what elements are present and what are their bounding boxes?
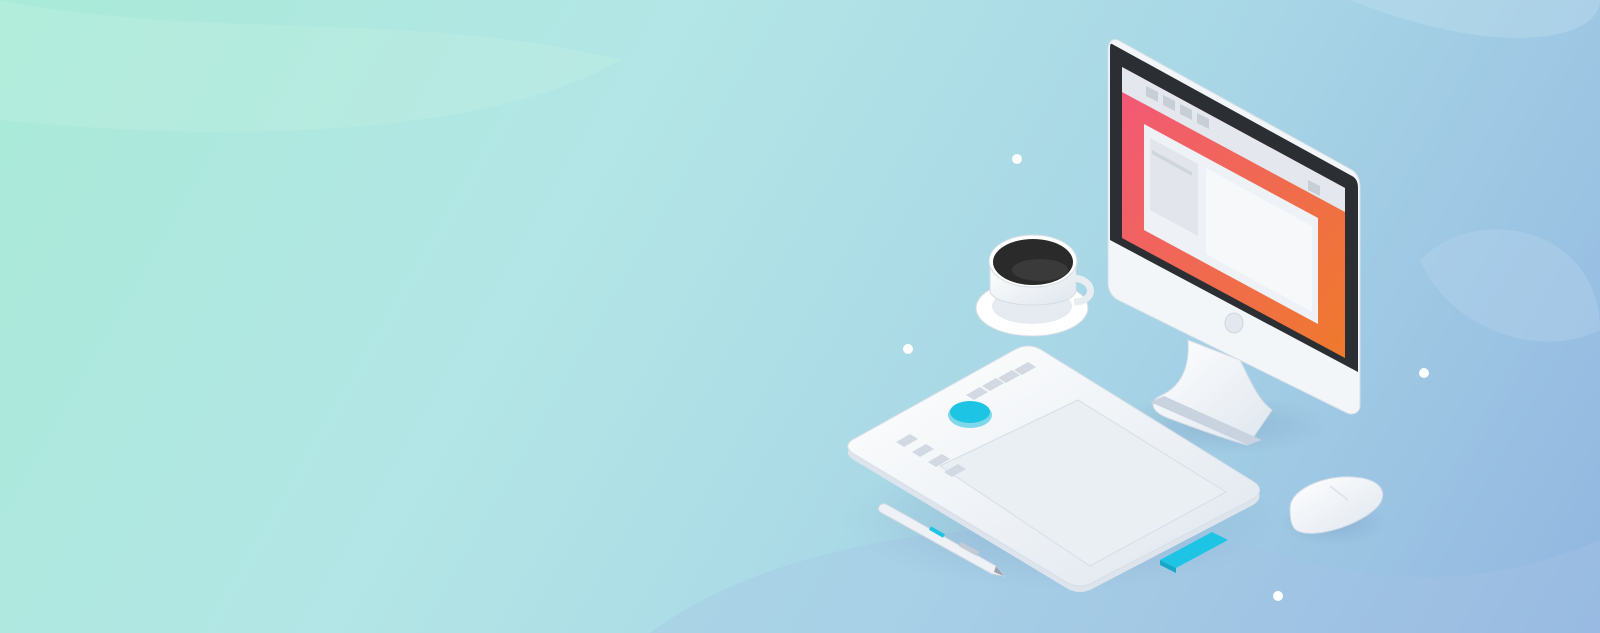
monitor-icon [1107,39,1361,455]
desk-illustration [0,0,1600,633]
hero-banner [0,0,1600,633]
coffee-cup-icon [975,234,1094,337]
mouse-icon [1280,476,1388,546]
